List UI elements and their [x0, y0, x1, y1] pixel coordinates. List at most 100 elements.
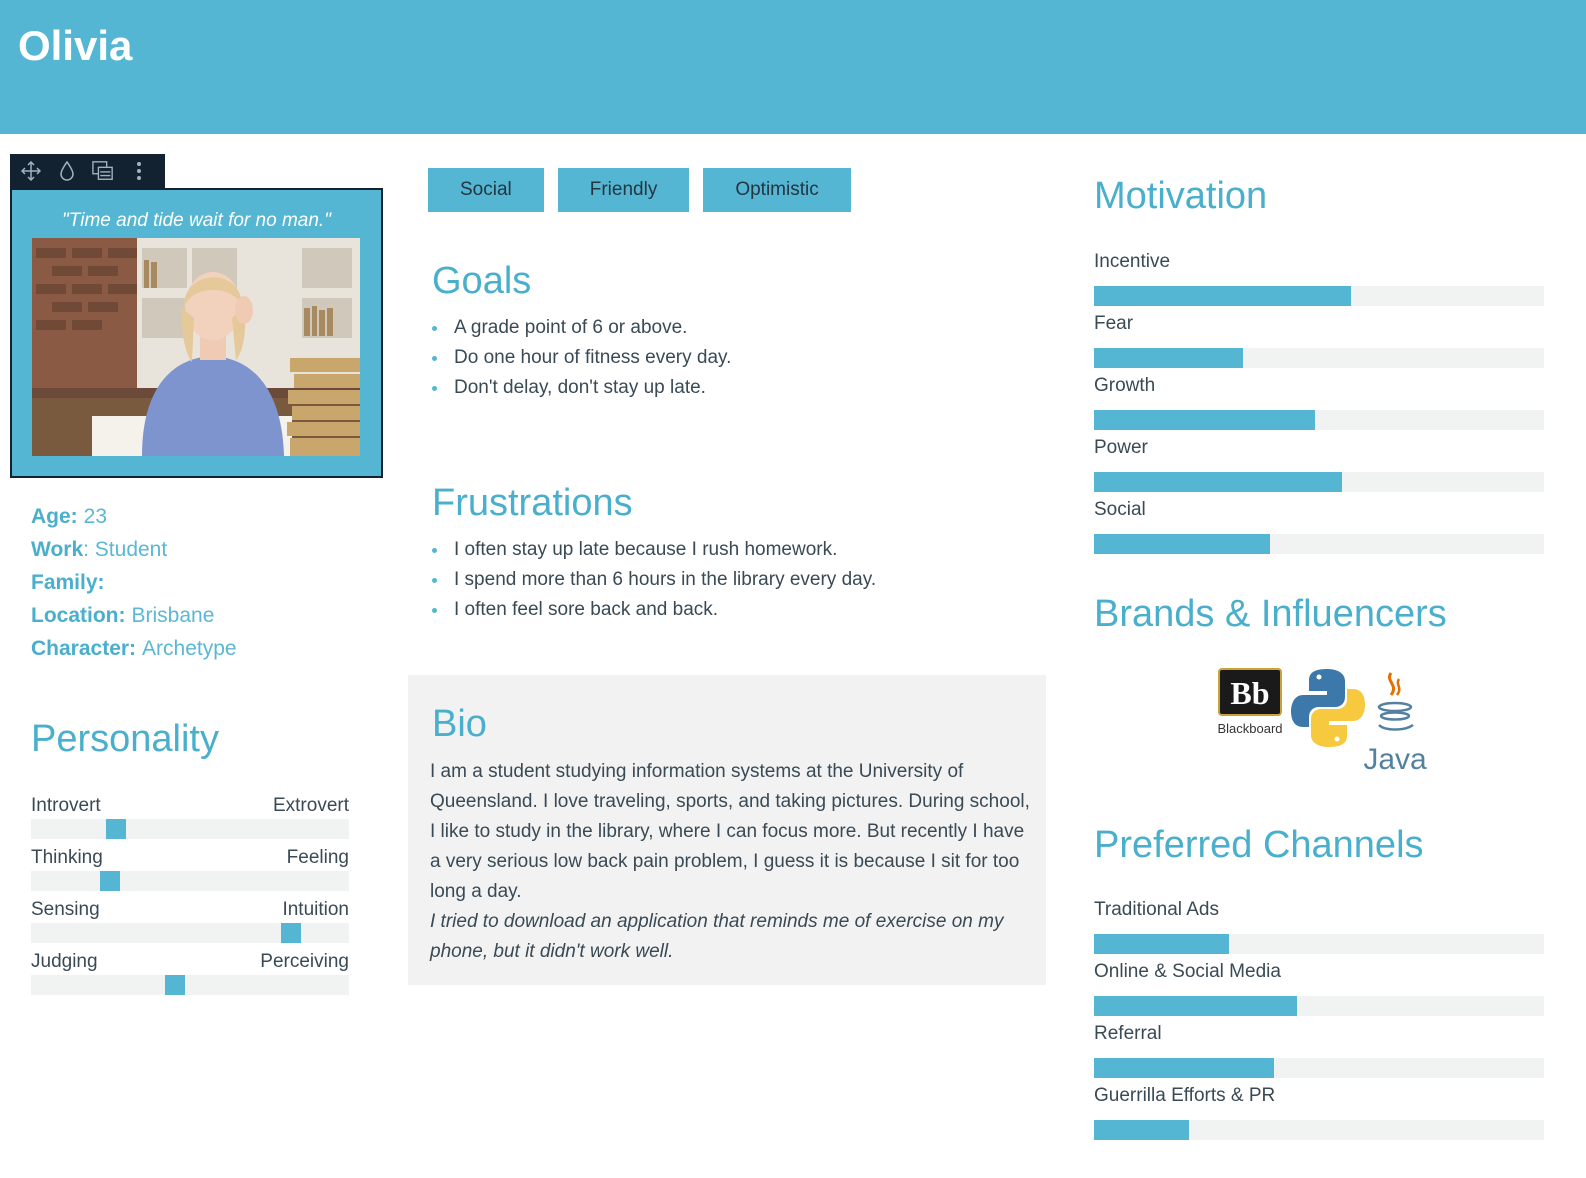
blackboard-logo: Bb Blackboard	[1217, 668, 1283, 736]
python-logo	[1291, 669, 1365, 747]
motivation-bar: Fear	[1094, 312, 1544, 374]
bar-fill	[1094, 534, 1270, 554]
bar-label: Fear	[1094, 313, 1134, 334]
fact-label: Family:	[31, 571, 105, 594]
scale-marker	[99, 871, 120, 891]
trait-tag[interactable]: Optimistic	[703, 168, 851, 212]
blackboard-caption: Blackboard	[1217, 721, 1282, 736]
bio-italic: I tried to download an application that …	[430, 911, 1004, 962]
java-caption: Java	[1363, 743, 1427, 776]
channel-bar: Referral	[1094, 1022, 1544, 1084]
image-toolbar	[10, 154, 165, 188]
bar-label: Referral	[1094, 1023, 1162, 1044]
trait-tag[interactable]: Friendly	[557, 168, 690, 212]
header-banner: Olivia	[0, 0, 1586, 134]
persona-name: Olivia	[18, 22, 133, 69]
scale-left-label: Judging	[31, 951, 98, 972]
bio-text: I am a student studying information syst…	[430, 757, 1030, 967]
bar-track	[1094, 286, 1544, 306]
bar-fill	[1094, 348, 1243, 368]
motivation-title: Motivation	[1094, 175, 1268, 217]
fact-value: 23	[83, 505, 108, 528]
fact-value: Brisbane	[131, 604, 215, 627]
bar-fill	[1094, 410, 1315, 430]
scale-left-label: Introvert	[31, 795, 101, 816]
scale-track	[31, 975, 349, 995]
persona-facts: Age: 23 Work : Student Family: Location:…	[31, 500, 237, 665]
bar-track	[1094, 472, 1544, 492]
fact-label: Age:	[31, 505, 78, 528]
motivation-bar: Social	[1094, 498, 1544, 560]
persona-photo	[32, 238, 360, 456]
bar-track	[1094, 348, 1544, 368]
move-icon[interactable]	[20, 160, 42, 182]
java-logo: Java	[1363, 672, 1427, 776]
motivation-bar: Incentive	[1094, 250, 1544, 312]
personality-scale: Judging Perceiving	[31, 951, 349, 1003]
list-item: Don't delay, don't stay up late.	[432, 373, 731, 403]
channel-bars: Traditional Ads Online & Social Media Re…	[1094, 898, 1544, 1146]
channels-title: Preferred Channels	[1094, 824, 1424, 866]
bio-body: I am a student studying information syst…	[430, 761, 1030, 902]
frustrations-title: Frustrations	[432, 482, 633, 524]
bar-label: Incentive	[1094, 251, 1171, 272]
persona-quote: "Time and tide wait for no man."	[62, 210, 331, 231]
bar-track	[1094, 1058, 1544, 1078]
channel-bar: Online & Social Media	[1094, 960, 1544, 1022]
svg-text:Bb: Bb	[1230, 675, 1269, 711]
list-item: Do one hour of fitness every day.	[432, 343, 731, 373]
scale-marker	[281, 923, 302, 943]
fact-character: Character: Archetype	[31, 632, 237, 665]
fact-work: Work : Student	[31, 533, 237, 566]
fact-age: Age: 23	[31, 500, 237, 533]
scale-left-label: Sensing	[31, 899, 100, 920]
fact-label: Location:	[31, 604, 126, 627]
list-item: I often stay up late because I rush home…	[432, 535, 876, 565]
list-item: I often feel sore back and back.	[432, 595, 876, 625]
motivation-bar: Power	[1094, 436, 1544, 498]
bar-fill	[1094, 286, 1351, 306]
fact-value: : Student	[83, 538, 168, 561]
droplet-icon[interactable]	[56, 160, 78, 182]
bar-fill	[1094, 996, 1297, 1016]
fact-value: Archetype	[142, 637, 237, 660]
bar-track	[1094, 934, 1544, 954]
channel-bar: Traditional Ads	[1094, 898, 1544, 960]
scale-right-label: Perceiving	[260, 951, 349, 972]
scale-right-label: Intuition	[282, 899, 349, 920]
bar-track	[1094, 534, 1544, 554]
scale-right-label: Feeling	[286, 847, 349, 868]
scale-marker	[165, 975, 186, 995]
trait-tag[interactable]: Social	[428, 168, 544, 212]
brands-title: Brands & Influencers	[1094, 593, 1447, 635]
bar-label: Growth	[1094, 375, 1156, 396]
motivation-bars: Incentive Fear Growth Power Social	[1094, 250, 1544, 560]
scale-track	[31, 819, 349, 839]
trait-tags: Social Friendly Optimistic	[428, 168, 851, 212]
fact-label: Work	[31, 538, 84, 561]
personality-title: Personality	[31, 718, 219, 760]
more-vertical-icon[interactable]	[128, 160, 150, 182]
goals-title: Goals	[432, 260, 532, 302]
bar-label: Social	[1094, 499, 1146, 520]
image-layers-icon[interactable]	[92, 160, 114, 182]
scale-track	[31, 871, 349, 891]
fact-label: Character:	[31, 637, 137, 660]
scale-left-label: Thinking	[31, 847, 103, 868]
bar-label: Online & Social Media	[1094, 961, 1281, 982]
bar-label: Traditional Ads	[1094, 899, 1219, 920]
list-item: I spend more than 6 hours in the library…	[432, 565, 876, 595]
bar-fill	[1094, 934, 1229, 954]
scale-right-label: Extrovert	[272, 795, 349, 816]
scale-track	[31, 923, 349, 943]
brand-logos: Bb Blackboard Java	[1215, 665, 1445, 785]
bar-fill	[1094, 472, 1342, 492]
personality-scale: Introvert Extrovert	[31, 795, 349, 847]
personality-scale: Thinking Feeling	[31, 847, 349, 899]
bar-label: Power	[1094, 437, 1148, 458]
fact-family: Family:	[31, 566, 237, 599]
list-item: A grade point of 6 or above.	[432, 313, 731, 343]
bar-fill	[1094, 1058, 1274, 1078]
bar-fill	[1094, 1120, 1189, 1140]
photo-card[interactable]: "Time and tide wait for no man."	[10, 188, 383, 478]
